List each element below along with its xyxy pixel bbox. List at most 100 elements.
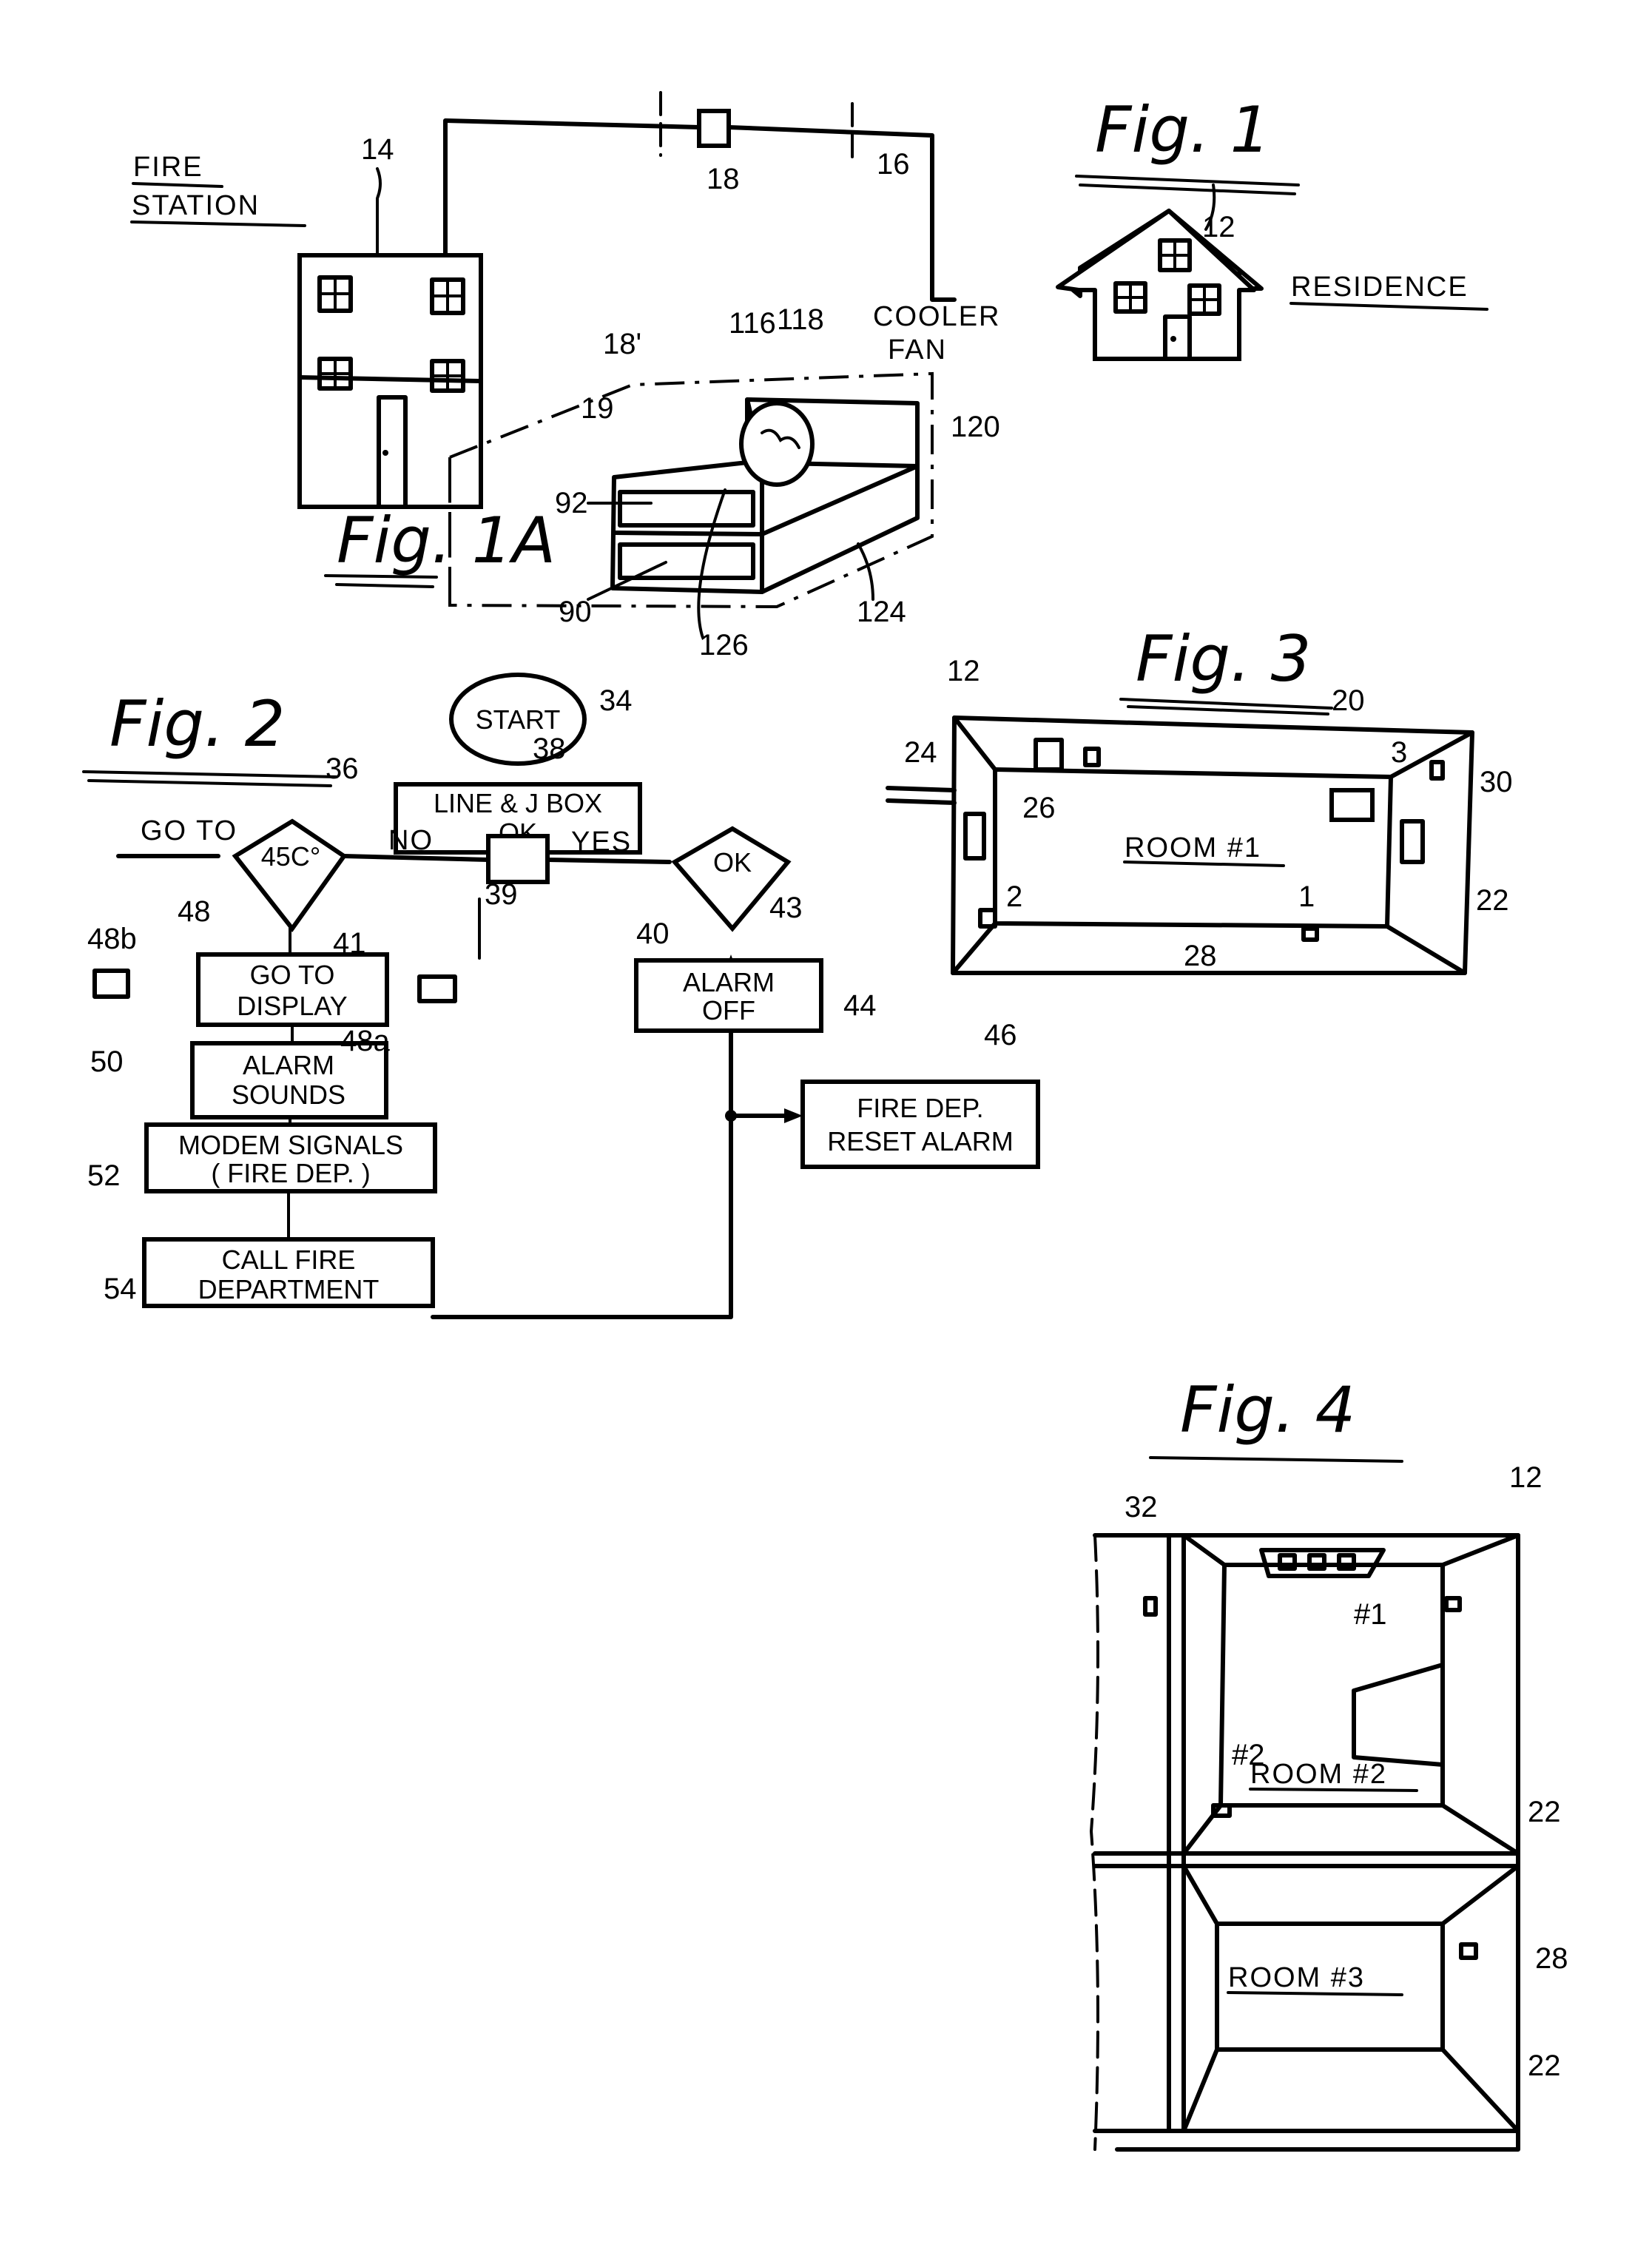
leader-line <box>857 542 874 601</box>
go-to-display-line1: GO TO <box>250 960 335 990</box>
ref-39: 39 <box>485 878 518 911</box>
ref-50: 50 <box>90 1045 124 1078</box>
fig1a-title: Fig. 1A <box>337 504 556 578</box>
sensor-label-3: 3 <box>1391 736 1407 769</box>
fig1a-title-underline-2 <box>335 583 434 588</box>
ref-48b: 48b <box>87 923 137 955</box>
ref-36: 36 <box>326 752 359 785</box>
yes-branch-label: YES <box>571 826 632 858</box>
display-indicator-48b <box>92 969 130 999</box>
start-label: START <box>476 704 561 735</box>
call-fire-dept-line1: CALL FIRE <box>222 1245 356 1275</box>
building-outline <box>1093 1533 1520 2152</box>
decision-ok-label: OK <box>713 847 752 878</box>
figure-4-multi-room-view: Fig. 4 ROOM #2 ROOM #3 12 32 #1 #2 22 22… <box>1089 1373 1568 2152</box>
ref-46: 46 <box>984 1019 1017 1051</box>
ref-32: 32 <box>1125 1491 1158 1523</box>
ref-120: 120 <box>951 411 1000 443</box>
ref-41: 41 <box>333 927 366 960</box>
room-3-label: ROOM #3 <box>1228 1962 1365 1993</box>
ref-116: 116 <box>729 307 776 340</box>
reset-alarm-line2: RESET ALARM <box>827 1126 1013 1156</box>
break-line <box>1089 1534 1099 2151</box>
ref-22-room2: 22 <box>1528 1796 1561 1828</box>
leader-line <box>376 167 382 257</box>
fig2-title-underline <box>82 770 338 778</box>
fig1a-title-underline <box>324 574 438 579</box>
ref-19: 19 <box>581 392 614 425</box>
telephone-line <box>726 125 957 302</box>
reset-alarm-line1: FIRE DEP. <box>857 1093 983 1123</box>
junction-box-18-icon <box>697 109 731 148</box>
label-underline <box>130 220 306 227</box>
alarm-off-line2: OFF <box>702 995 755 1026</box>
patent-drawing-sheet: Fig. 1 FIRE STATION 14 18 16 12 RESIDENC… <box>82 91 1568 2152</box>
ref-28: 28 <box>1184 940 1217 972</box>
fire-station-label-line2: STATION <box>132 190 260 221</box>
label-underline <box>132 182 223 188</box>
junction-39 <box>486 834 550 884</box>
modem-signals-line2: ( FIRE DEP. ) <box>211 1158 370 1188</box>
ref-40: 40 <box>636 917 670 950</box>
ref-54: 54 <box>104 1273 137 1305</box>
residence-label: RESIDENCE <box>1291 272 1469 303</box>
ref-30: 30 <box>1480 766 1513 798</box>
no-branch-label: NO <box>388 825 434 856</box>
ref-22: 22 <box>1476 884 1509 917</box>
alarm-sounds-line1: ALARM <box>243 1050 334 1080</box>
ref-16: 16 <box>877 148 910 181</box>
ref-34: 34 <box>599 684 633 717</box>
ref-20: 20 <box>1332 684 1365 717</box>
sensor-label-2: 2 <box>1006 880 1022 913</box>
hash-2-label: #2 <box>1232 1739 1265 1771</box>
modem-signals-line1: MODEM SIGNALS <box>178 1130 403 1160</box>
line-jbox-label-line1: LINE & J BOX <box>434 788 602 818</box>
ref-22-room3: 22 <box>1528 2050 1561 2082</box>
fire-station-building-icon <box>297 253 483 509</box>
ref-124: 124 <box>857 596 906 628</box>
ref-44: 44 <box>843 989 877 1022</box>
ref-12: 12 <box>947 655 980 687</box>
ref-48a: 48a <box>340 1025 390 1057</box>
ref-18: 18 <box>707 163 740 195</box>
sensor-label-1: 1 <box>1298 880 1315 913</box>
ref-18-prime: 18' <box>603 328 641 360</box>
fig1-title-underline <box>1075 175 1300 186</box>
room-1-label: ROOM #1 <box>1125 832 1261 863</box>
go-to-display-line2: DISPLAY <box>237 991 347 1021</box>
label-underline <box>1249 1788 1418 1792</box>
ref-90: 90 <box>559 596 592 628</box>
ref-126: 126 <box>699 629 749 661</box>
ref-24: 24 <box>904 736 937 769</box>
ref-92: 92 <box>555 487 588 519</box>
control-unit-30-icon <box>1329 788 1375 822</box>
phone-line-24 <box>886 798 957 805</box>
figure-3-room-view: Fig. 3 ROOM #1 12 20 24 26 30 22 28 1 2 … <box>886 622 1513 975</box>
cooler-fan-label-line1: COOLER <box>873 301 1000 332</box>
alarm-off-line1: ALARM <box>683 967 775 997</box>
phone-line-24 <box>886 786 957 792</box>
room-2-label: ROOM #2 <box>1250 1759 1387 1790</box>
fire-station-label-line1: FIRE <box>133 152 203 183</box>
decision-45c-label: 45C° <box>261 841 320 872</box>
ref-48: 48 <box>178 895 211 928</box>
ref-43: 43 <box>769 892 803 924</box>
fig2-title-underline-2 <box>87 779 332 787</box>
label-underline <box>1289 302 1489 311</box>
fig3-title: Fig. 3 <box>1136 622 1311 696</box>
fig2-title: Fig. 2 <box>109 687 285 761</box>
ref-28: 28 <box>1535 1942 1568 1975</box>
cooler-fan-label-line2: FAN <box>888 334 947 366</box>
fig4-title-underline <box>1149 1456 1403 1463</box>
ref-26: 26 <box>1022 792 1056 824</box>
alarm-sounds-line2: SOUNDS <box>232 1080 345 1110</box>
figure-2-flowchart: Fig. 2 START LINE & J BOX OK 45C° OK GO … <box>82 673 1040 1319</box>
display-indicator <box>417 974 457 1003</box>
decision-45c <box>232 818 348 933</box>
call-fire-dept-line2: DEPARTMENT <box>198 1274 380 1304</box>
fig4-title: Fig. 4 <box>1180 1373 1355 1447</box>
ref-38: 38 <box>533 733 566 765</box>
ref-52: 52 <box>87 1159 121 1192</box>
ref-12: 12 <box>1509 1461 1543 1494</box>
hash-1-label: #1 <box>1354 1598 1387 1631</box>
